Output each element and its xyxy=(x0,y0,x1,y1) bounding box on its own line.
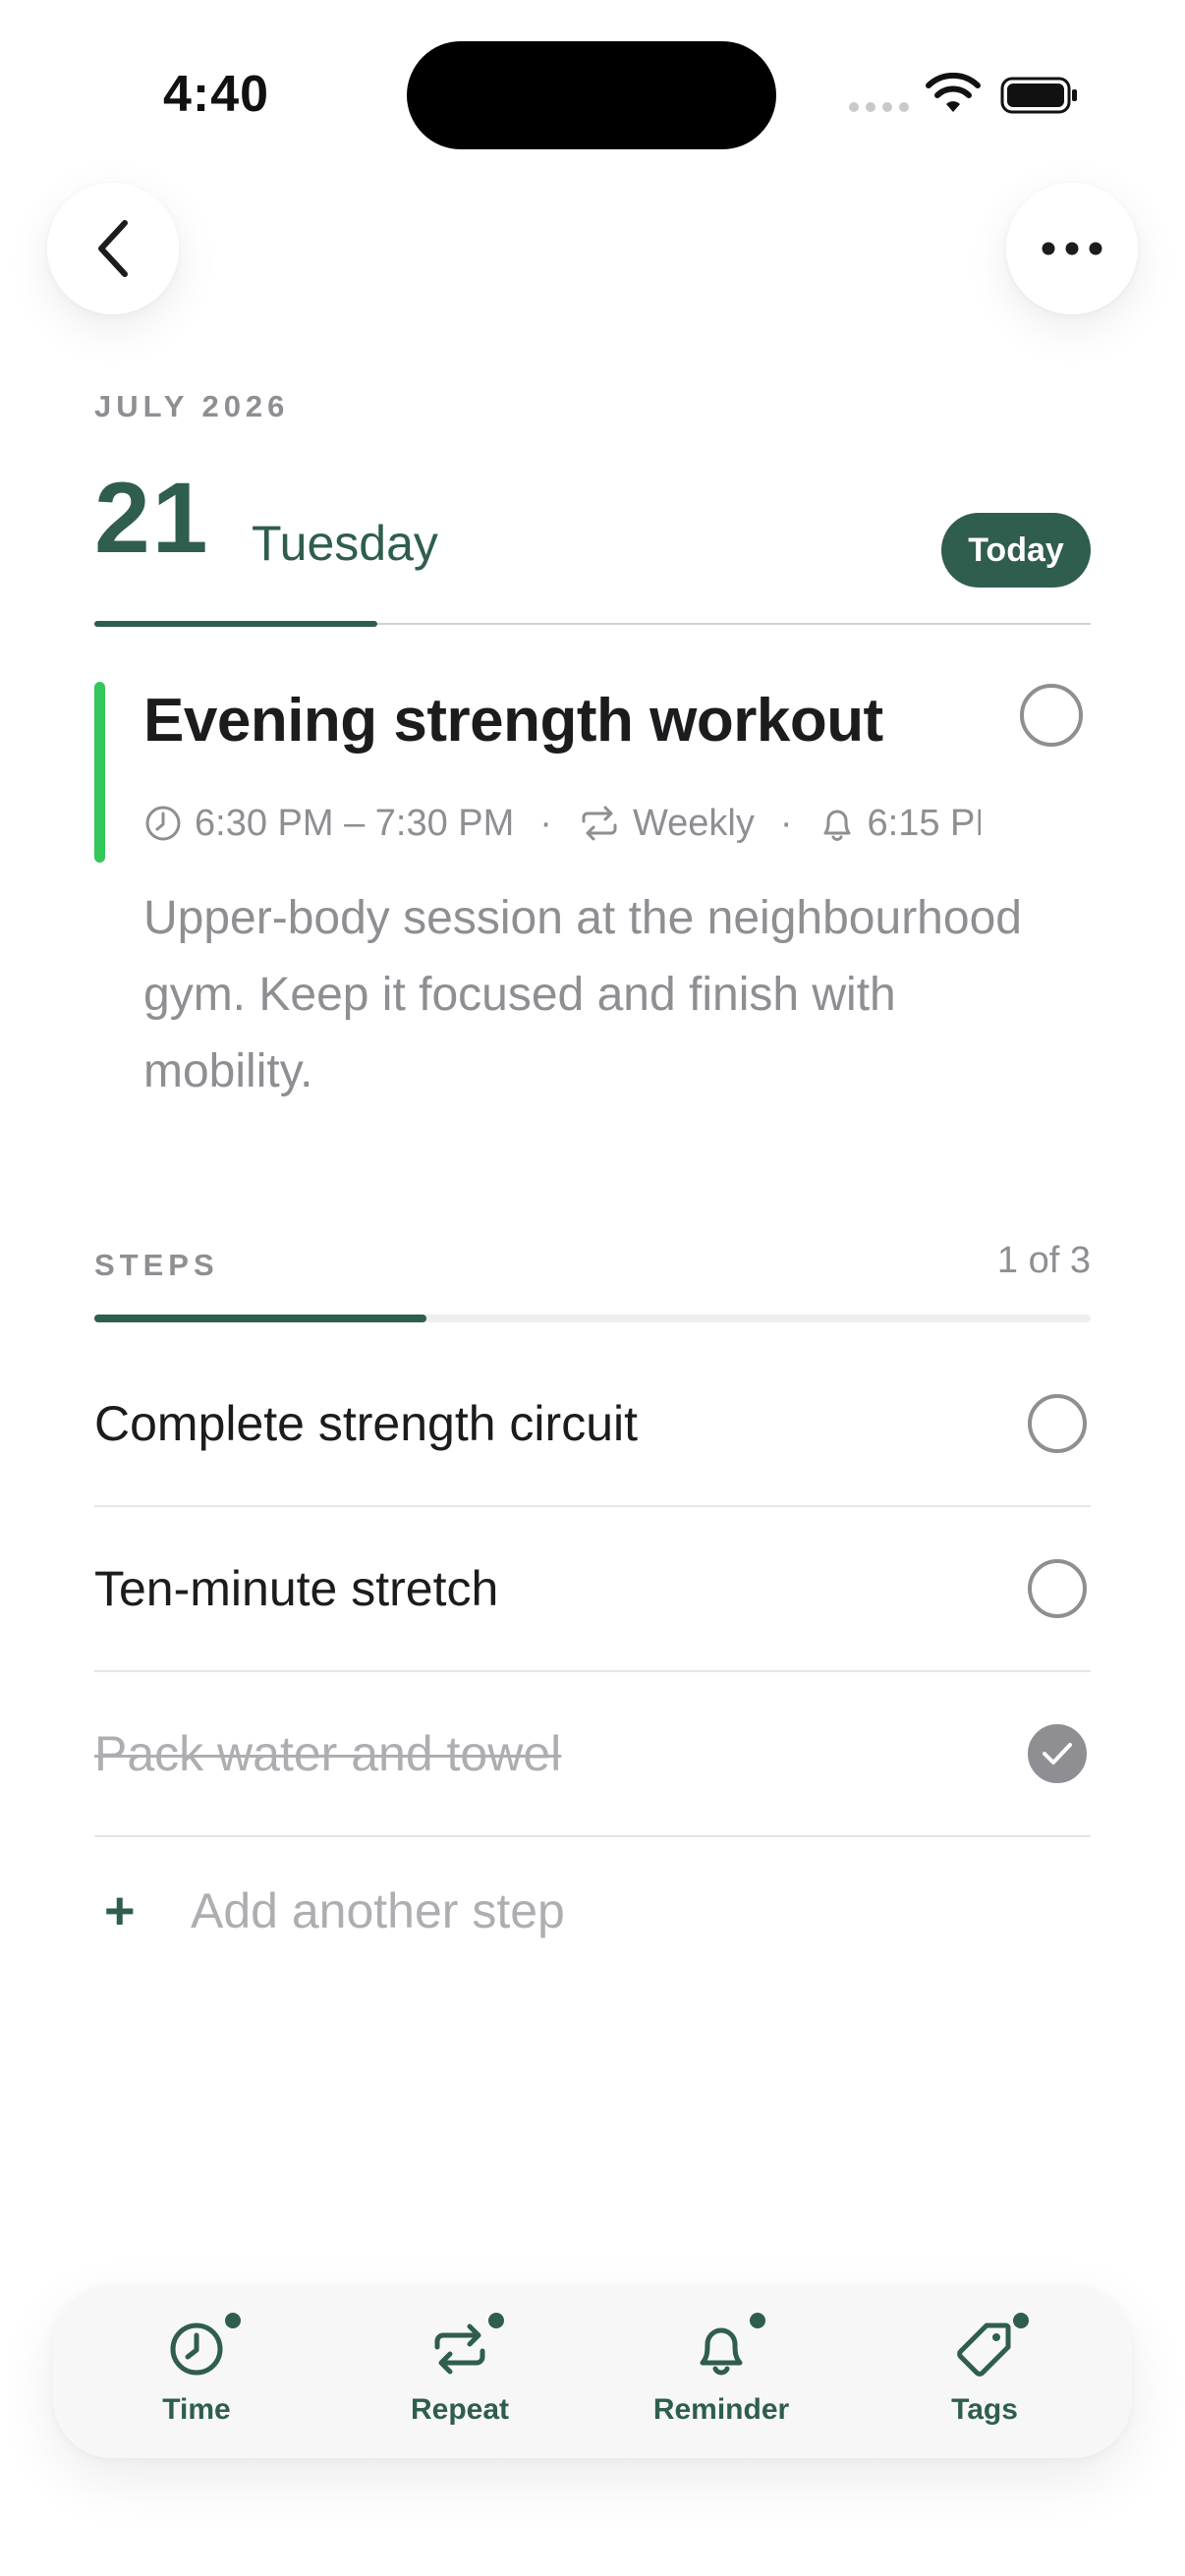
toolbar-label: Reminder xyxy=(652,2393,790,2426)
bell-icon xyxy=(700,2327,743,2376)
header-divider-accent xyxy=(94,621,377,627)
more-options-button[interactable] xyxy=(1006,183,1138,314)
plus-icon: + xyxy=(104,1881,136,1940)
task-description[interactable]: Upper-body session at the neighbourhood … xyxy=(143,880,1028,1110)
day-number: 21 xyxy=(94,462,210,574)
toolbar-time-button[interactable]: Time xyxy=(98,2313,295,2442)
clock-icon xyxy=(170,2323,223,2376)
checkmark-icon xyxy=(1043,1743,1072,1764)
toolbar-repeat-button[interactable]: Repeat xyxy=(362,2313,558,2442)
clock-icon xyxy=(145,806,181,841)
toolbar-label: Tags xyxy=(951,2393,1018,2426)
bottom-toolbar: Time Repeat Reminder Tags xyxy=(53,2285,1132,2458)
toolbar-tags-button[interactable]: Tags xyxy=(886,2313,1083,2442)
month-year-label: JULY 2026 xyxy=(94,389,290,423)
dynamic-island xyxy=(407,41,776,149)
toolbar-badge xyxy=(488,2313,504,2328)
chevron-left-icon xyxy=(98,220,128,277)
toolbar-label: Time xyxy=(162,2393,231,2426)
step-text[interactable]: Pack water and towel xyxy=(94,1725,561,1782)
bell-icon xyxy=(823,810,850,841)
toolbar-badge xyxy=(750,2313,765,2328)
back-button[interactable] xyxy=(47,183,179,314)
battery-icon xyxy=(1000,77,1077,114)
step-text[interactable]: Ten-minute stretch xyxy=(94,1560,498,1617)
status-bar: 4:40 xyxy=(0,0,1185,187)
task-color-bar xyxy=(94,682,105,863)
toolbar-reminder-button[interactable]: Reminder xyxy=(623,2313,819,2442)
tag-icon xyxy=(957,2323,1011,2377)
cellular-signal-icon xyxy=(849,102,909,112)
task-reminder: 6:15 PM xyxy=(867,802,982,844)
task-title[interactable]: Evening strength workout xyxy=(143,686,883,756)
meta-separator: · xyxy=(779,802,793,844)
toolbar-badge xyxy=(225,2313,241,2328)
task-complete-checkbox[interactable] xyxy=(1020,684,1083,747)
steps-heading: STEPS xyxy=(94,1248,219,1282)
ellipsis-icon xyxy=(1042,242,1102,255)
steps-progress-bar xyxy=(94,1315,1091,1322)
add-step-placeholder: Add another step xyxy=(191,1883,565,1938)
step-text[interactable]: Complete strength circuit xyxy=(94,1395,638,1452)
task-meta-row: 6:30 PM – 7:30 PM · Weekly · 6:15 PM xyxy=(143,798,981,849)
status-time: 4:40 xyxy=(163,66,270,123)
steps-progress-fill xyxy=(94,1315,426,1322)
repeat-icon xyxy=(582,806,617,841)
weekday-label: Tuesday xyxy=(252,516,438,571)
step-checkbox-checked[interactable] xyxy=(1028,1724,1087,1783)
step-checkbox[interactable] xyxy=(1028,1559,1087,1618)
step-item[interactable]: Complete strength circuit xyxy=(94,1342,1091,1507)
step-item[interactable]: Ten-minute stretch xyxy=(94,1507,1091,1672)
meta-separator: · xyxy=(539,802,552,844)
wifi-icon xyxy=(926,73,981,112)
steps-count: 1 of 3 xyxy=(996,1240,1091,1281)
task-repeat: Weekly xyxy=(632,802,755,844)
task-time-range: 6:30 PM – 7:30 PM xyxy=(195,802,515,844)
toolbar-label: Repeat xyxy=(410,2393,510,2426)
repeat-icon xyxy=(434,2324,485,2375)
step-item[interactable]: Pack water and towel xyxy=(94,1672,1091,1837)
step-checkbox[interactable] xyxy=(1028,1394,1087,1453)
add-step-button[interactable]: + Add another step xyxy=(94,1867,565,1955)
today-button[interactable]: Today xyxy=(941,513,1091,588)
toolbar-badge xyxy=(1013,2313,1029,2328)
